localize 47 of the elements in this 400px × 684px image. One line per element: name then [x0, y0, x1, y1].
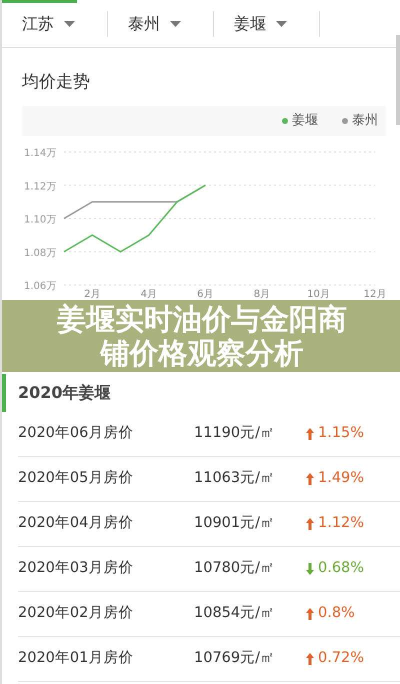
overlay-banner: 姜堰实时油价与金阳商铺价格观察分析 — [2, 300, 400, 372]
caret-icon — [64, 20, 75, 26]
region-dropdown[interactable]: 姜堰 — [214, 0, 319, 48]
x-tick-label: 6月 — [197, 289, 214, 300]
up-arrow-icon — [306, 608, 314, 620]
x-tick-label: 4月 — [140, 289, 157, 300]
change-value: 1.12% — [318, 514, 364, 534]
price-value: 11190元/㎡ — [194, 424, 276, 444]
month-label: 2020年01月房价 — [18, 648, 134, 668]
month-label: 2020年05月房价 — [18, 468, 134, 488]
up-arrow-icon — [306, 428, 314, 440]
change-value: 1.15% — [318, 424, 364, 444]
month-label: 2020年06月房价 — [18, 424, 134, 444]
y-tick-label: 1.12万 — [24, 181, 56, 192]
x-tick-label: 8月 — [254, 289, 270, 300]
y-tick-label: 1.10万 — [24, 214, 56, 226]
up-arrow-icon — [306, 653, 314, 665]
x-tick-label: 2月 — [84, 289, 100, 300]
month-label: 2020年03月房价 — [18, 558, 134, 578]
up-arrow-icon — [306, 473, 314, 485]
month-label: 2020年04月房价 — [18, 514, 134, 534]
y-tick-label: 1.08万 — [24, 248, 56, 259]
change-value: 0.8% — [318, 604, 355, 624]
change-value: 0.72% — [318, 649, 364, 668]
price-value: 11063元/㎡ — [194, 469, 276, 488]
down-arrow-icon — [306, 563, 314, 575]
legend-dot — [282, 118, 288, 124]
caret-icon — [276, 20, 287, 26]
price-value: 10854元/㎡ — [194, 604, 276, 624]
section-title: 均价走势 — [22, 71, 90, 94]
region-dropdown[interactable]: 泰州 — [108, 0, 213, 48]
y-tick-label: 1.14万 — [24, 148, 56, 159]
legend-label: 姜堰 — [292, 112, 318, 130]
x-tick-label: 12月 — [364, 289, 386, 300]
y-tick-label: 1.06万 — [24, 281, 56, 292]
change-value: 1.49% — [318, 469, 364, 488]
region-dropdown[interactable]: 江苏 — [2, 0, 107, 48]
price-value: 10780元/㎡ — [194, 559, 276, 578]
price-value: 10769元/㎡ — [194, 649, 276, 668]
month-label: 2020年02月房价 — [18, 604, 134, 624]
up-arrow-icon — [306, 518, 314, 530]
x-tick-label: 10月 — [307, 289, 330, 300]
price-value: 10901元/㎡ — [194, 514, 276, 534]
legend-dot — [342, 118, 348, 124]
legend-label: 泰州 — [352, 112, 378, 130]
caret-icon — [170, 20, 181, 26]
change-value: 0.68% — [318, 559, 364, 578]
